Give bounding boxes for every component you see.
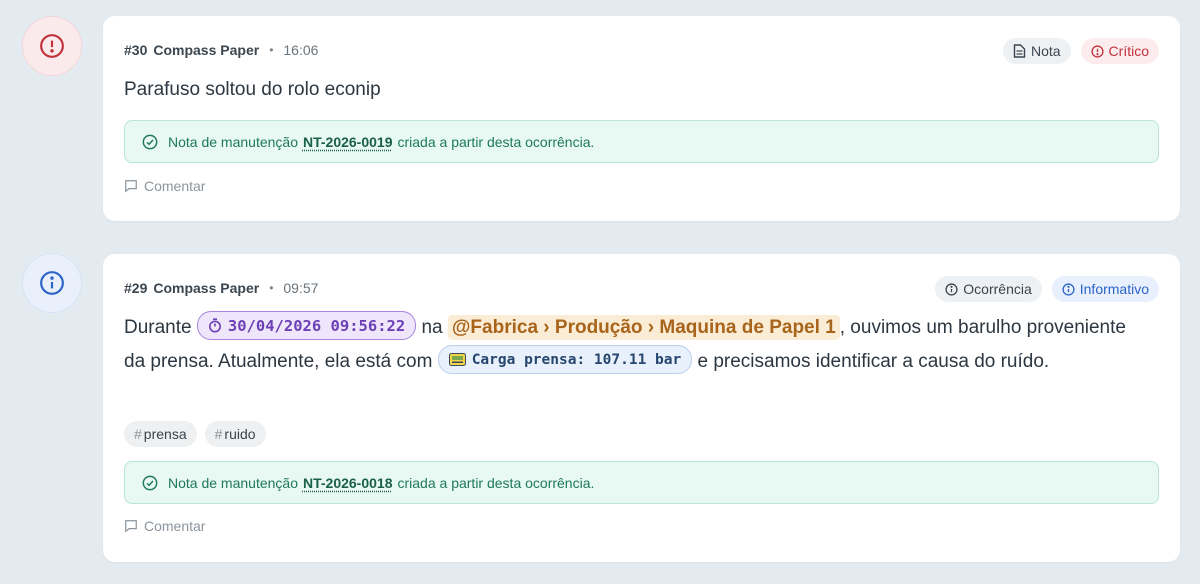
sensor-reading-chip[interactable]: Carga prensa: 107.11 bar [437,345,693,375]
note-prefix: Nota de manutenção [168,474,298,491]
text-segment: na [421,317,443,338]
entry-time: 16:06 [283,42,319,58]
note-code-link[interactable]: NT-2026-0019 [303,134,393,150]
alert-circle-icon [1090,44,1104,58]
note-code-link[interactable]: NT-2026-0018 [303,475,393,491]
info-circle-icon [1062,282,1075,296]
severity-badge: Crítico [1080,38,1159,64]
severity-badge-label: Informativo [1079,281,1149,297]
entry-meta: #29 Compass Paper • 09:57 [124,280,318,296]
entry-meta: #30 Compass Paper • 16:06 [124,42,318,58]
timestamp-chip-label: 30/04/2026 09:56:22 [227,316,406,335]
type-badge-label: Nota [1030,43,1061,59]
note-suffix: criada a partir desta ocorrência. [397,474,595,491]
comment-label: Comentar [144,178,206,194]
comment-button[interactable]: Comentar [124,518,205,534]
maintenance-note-banner: Nota de manutenção NT-2026-0019 criada a… [124,120,1159,163]
tag-chip[interactable]: # ruido [204,421,266,447]
entry-number: #29 [124,280,148,296]
occurrence-card: #30 Compass Paper • 16:06 Nota Crítico P… [103,16,1180,221]
tag-label: ruido [224,426,256,442]
maintenance-note-banner: Nota de manutenção NT-2026-0018 criada a… [124,461,1159,504]
tag-list: # prensa # ruido [124,421,266,447]
type-badge: Nota [1002,38,1071,64]
severity-badge-label: Crítico [1108,43,1149,59]
entry-type-avatar-critical [22,16,82,76]
entry-text: Parafuso soltou do rolo econip [124,79,381,100]
text-segment: Durante [124,317,192,338]
comment-icon [125,180,137,193]
info-circle-icon [40,271,64,295]
info-circle-icon [945,282,958,296]
tag-label: prensa [143,426,187,442]
note-prefix: Nota de manutenção [168,133,298,150]
stopwatch-icon [208,318,221,333]
comment-icon [125,520,137,533]
entry-author[interactable]: Compass Paper [153,280,259,296]
entry-badges: Nota Crítico [1002,38,1159,64]
comment-button[interactable]: Comentar [124,178,205,194]
entry-number: #30 [124,42,148,58]
document-icon [1013,44,1026,58]
alert-circle-icon [40,34,64,58]
type-badge: Ocorrência [935,276,1042,302]
meta-separator: • [269,281,274,295]
entry-time: 09:57 [283,280,319,296]
tag-hash: # [214,426,223,442]
severity-badge: Informativo [1051,276,1159,302]
entry-text: Durante 30/04/2026 09:56:22 na @Fabrica … [124,311,1130,379]
meta-separator: • [269,43,274,57]
type-badge-label: Ocorrência [963,281,1032,297]
entry-author[interactable]: Compass Paper [153,42,259,58]
tag-hash: # [134,426,142,442]
check-circle-icon [142,475,158,490]
text-segment: e precisamos identificar a causa do ruíd… [697,351,1050,372]
entry-badges: Ocorrência Informativo [935,276,1159,302]
gauge-panel-icon [448,353,466,367]
note-suffix: criada a partir desta ocorrência. [397,133,595,150]
tag-chip[interactable]: # prensa [124,421,197,447]
entry-type-avatar-info [22,253,82,313]
location-mention[interactable]: @Fabrica › Produção › Maquina de Papel 1 [447,315,840,340]
sensor-chip-label: Carga prensa: 107.11 bar [471,351,682,368]
timestamp-chip[interactable]: 30/04/2026 09:56:22 [196,311,417,341]
check-circle-icon [142,134,158,149]
comment-label: Comentar [144,518,206,534]
occurrence-card: #29 Compass Paper • 09:57 Ocorrência Inf… [103,254,1180,562]
